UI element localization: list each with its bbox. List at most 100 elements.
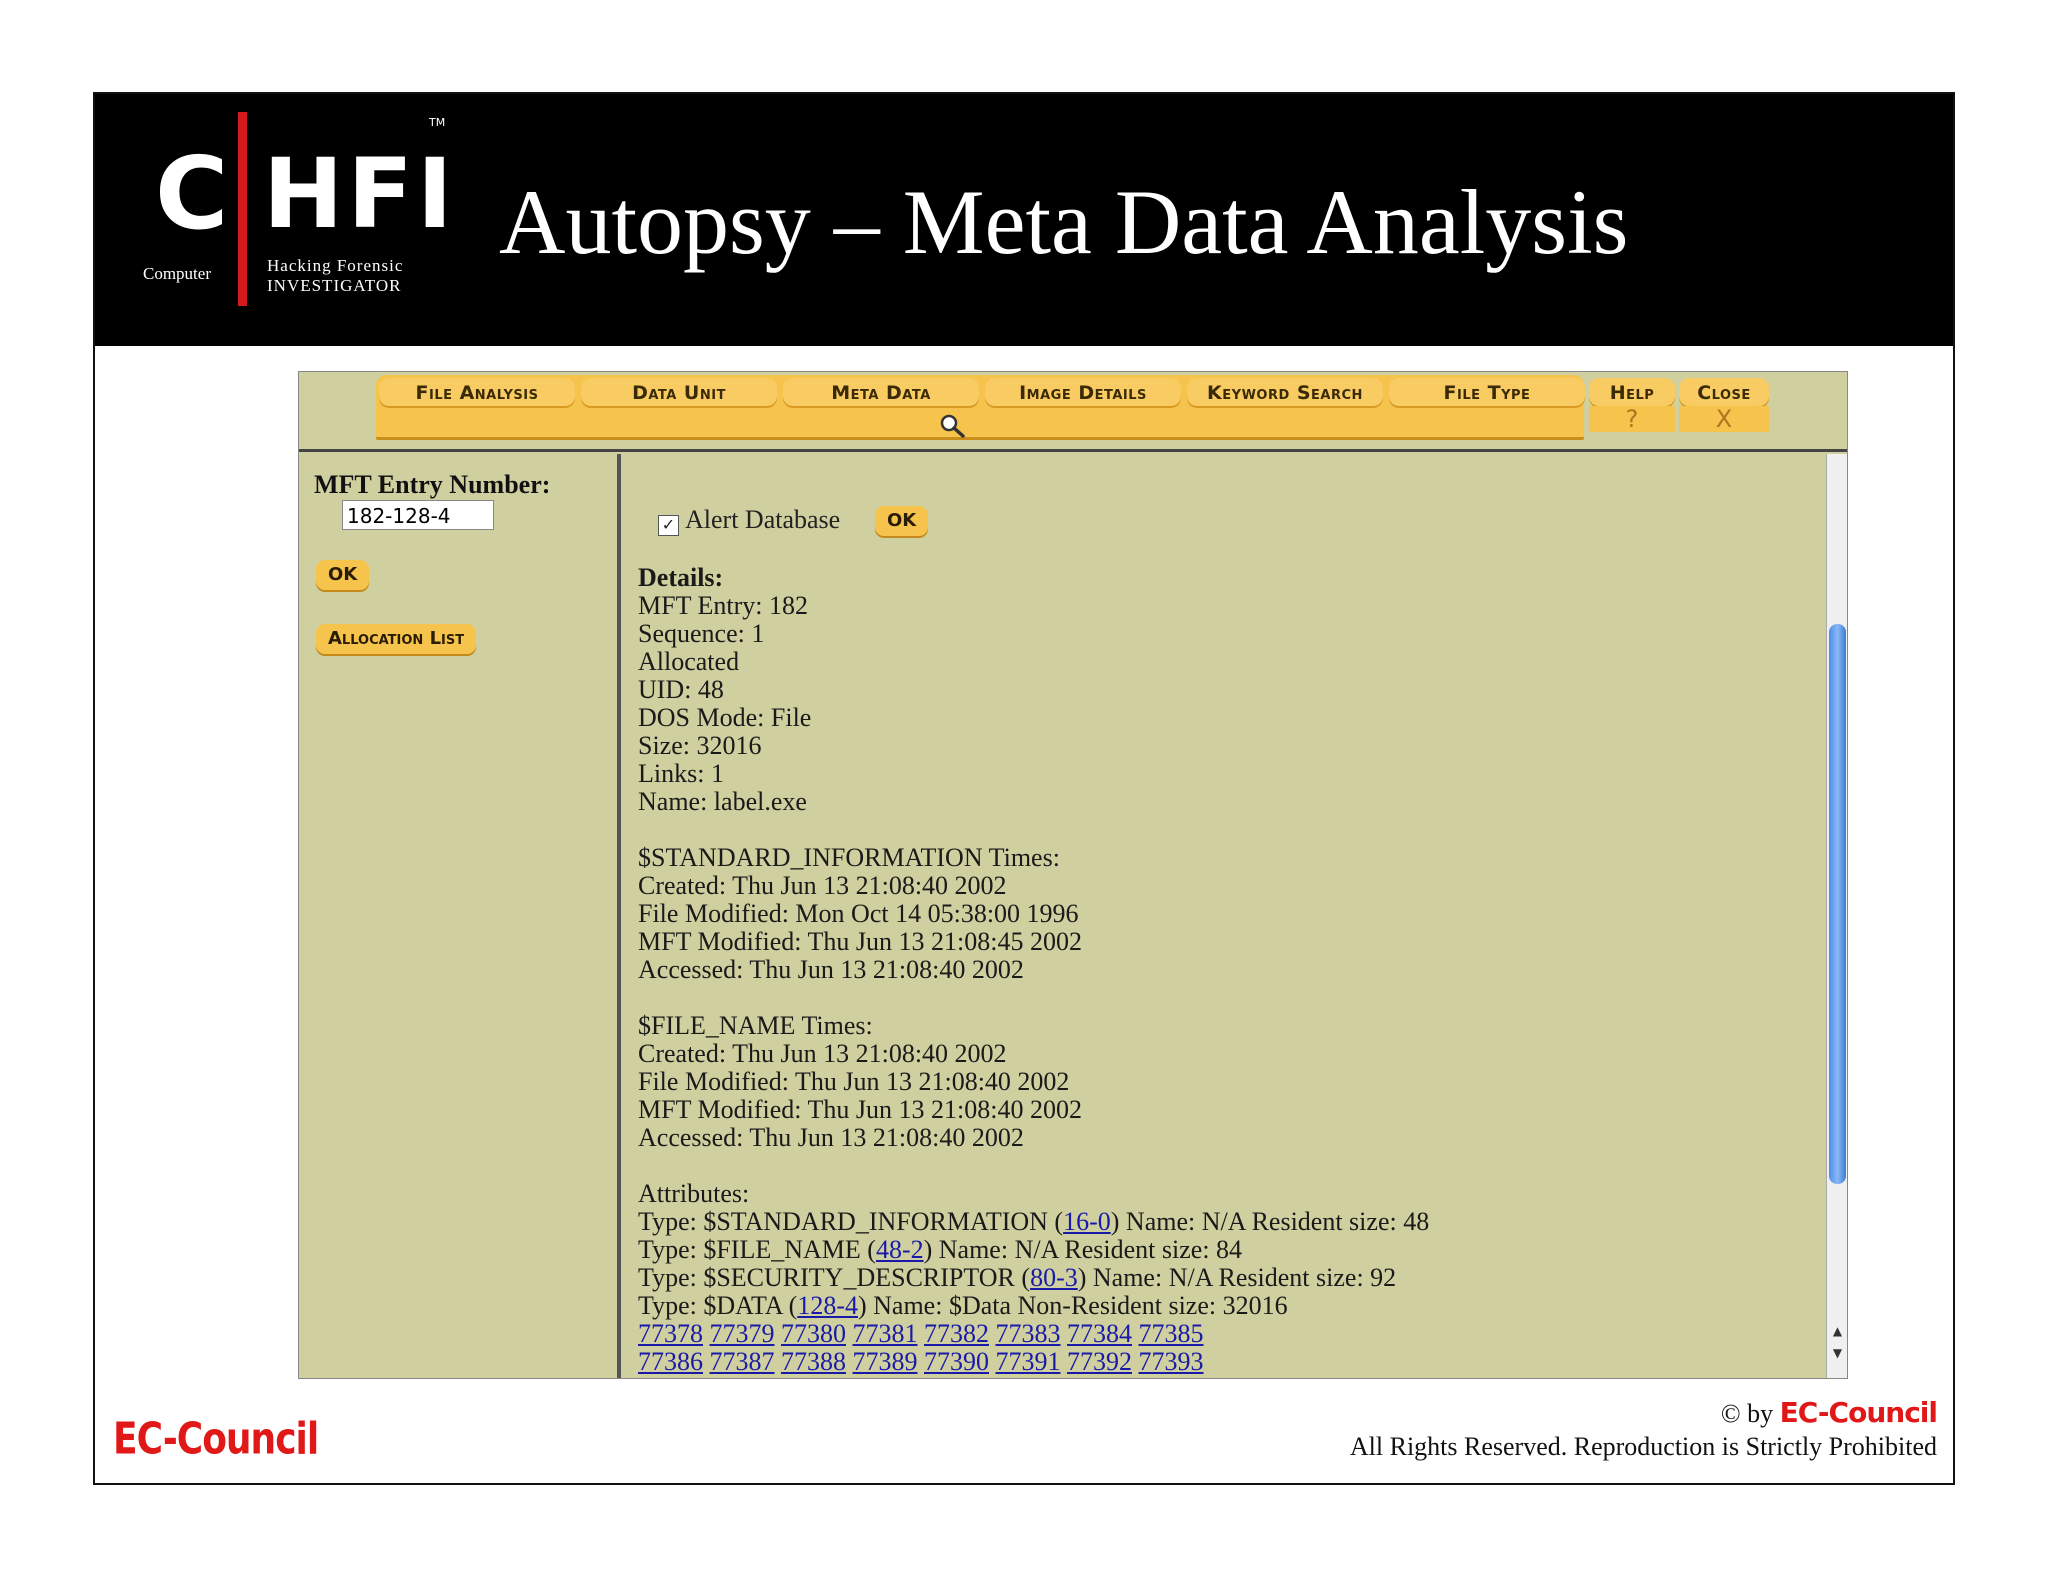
alert-ok-button[interactable]: OK bbox=[875, 506, 929, 536]
metadata-details: Details: MFT Entry: 182 Sequence: 1 Allo… bbox=[638, 563, 1429, 1379]
mft-entry-input[interactable]: 182-128-4 bbox=[342, 500, 494, 530]
vertical-scrollbar[interactable]: ▲ ▼ bbox=[1826, 454, 1847, 1378]
std-info-heading: $STANDARD_INFORMATION Times: bbox=[638, 843, 1060, 872]
block-link[interactable]: 77386 bbox=[638, 1347, 703, 1376]
detail-line: DOS Mode: File bbox=[638, 703, 812, 732]
file-name-line: Created: Thu Jun 13 21:08:40 2002 bbox=[638, 1039, 1007, 1068]
scrollbar-thumb[interactable] bbox=[1829, 624, 1846, 1184]
tab-data-unit[interactable]: Data Unit bbox=[581, 378, 777, 408]
block-row: 77378 77379 77380 77381 77382 77383 7738… bbox=[638, 1320, 1429, 1348]
block-link[interactable]: 77381 bbox=[853, 1319, 918, 1348]
block-link[interactable]: 77395 bbox=[710, 1375, 775, 1379]
attribute-text: ) Name: N/A Resident size: 48 bbox=[1110, 1207, 1430, 1236]
block-link[interactable]: 77393 bbox=[1139, 1347, 1204, 1376]
tab-keyword-search[interactable]: Keyword Search bbox=[1187, 378, 1383, 408]
attribute-line: Type: $DATA (128-4) Name: $Data Non-Resi… bbox=[638, 1292, 1429, 1320]
alert-database-checkbox[interactable]: ✓ bbox=[658, 515, 679, 536]
tab-image-details[interactable]: Image Details bbox=[985, 378, 1181, 408]
attribute-text: ) Name: $Data Non-Resident size: 32016 bbox=[857, 1291, 1288, 1320]
attribute-text: ) Name: N/A Resident size: 92 bbox=[1077, 1263, 1397, 1292]
detail-line: Sequence: 1 bbox=[638, 619, 765, 648]
autopsy-window: File Analysis Data Unit Meta Data Image … bbox=[298, 371, 1848, 1379]
slide-header: C HFI TM Computer Hacking Forensic INVES… bbox=[95, 94, 1953, 346]
scroll-up-arrow-icon[interactable]: ▲ bbox=[1829, 1324, 1846, 1338]
block-link[interactable]: 77392 bbox=[1067, 1347, 1132, 1376]
trademark-mark: TM bbox=[429, 116, 446, 129]
attributes-heading: Attributes: bbox=[638, 1179, 750, 1208]
attribute-link[interactable]: 16-0 bbox=[1063, 1207, 1111, 1236]
tab-help[interactable]: Help bbox=[1589, 378, 1675, 408]
copyright-prefix: © by bbox=[1720, 1399, 1774, 1428]
block-link[interactable]: 77396 bbox=[781, 1375, 846, 1379]
attribute-text: Type: $DATA ( bbox=[638, 1291, 798, 1320]
block-link[interactable]: 77398 bbox=[924, 1375, 989, 1379]
rights-statement: All Rights Reserved. Reproduction is Str… bbox=[1349, 1432, 1937, 1461]
details-heading: Details: bbox=[638, 563, 724, 592]
block-link[interactable]: 77379 bbox=[710, 1319, 775, 1348]
attribute-line: Type: $FILE_NAME (48-2) Name: N/A Reside… bbox=[638, 1236, 1429, 1264]
scroll-down-arrow-icon[interactable]: ▼ bbox=[1829, 1346, 1846, 1360]
block-link[interactable]: 77388 bbox=[781, 1347, 846, 1376]
std-info-line: MFT Modified: Thu Jun 13 21:08:45 2002 bbox=[638, 927, 1082, 956]
detail-line: MFT Entry: 182 bbox=[638, 591, 808, 620]
attribute-line: Type: $SECURITY_DESCRIPTOR (80-3) Name: … bbox=[638, 1264, 1429, 1292]
attribute-link[interactable]: 48-2 bbox=[876, 1235, 924, 1264]
copyright-line: © by EC-Council bbox=[1720, 1396, 1938, 1429]
block-link[interactable]: 77399 bbox=[996, 1375, 1061, 1379]
block-link[interactable]: 77382 bbox=[924, 1319, 989, 1348]
attribute-line: Type: $STANDARD_INFORMATION (16-0) Name:… bbox=[638, 1208, 1429, 1236]
block-link[interactable]: 77400 bbox=[1067, 1375, 1132, 1379]
block-link[interactable]: 77384 bbox=[1067, 1319, 1132, 1348]
left-panel: MFT Entry Number: 182-128-4 OK Allocatio… bbox=[299, 454, 617, 1378]
block-row: 77394 77395 77396 77397 77398 77399 7740… bbox=[638, 1375, 1429, 1379]
alert-database-row: ✓ Alert Database bbox=[658, 505, 840, 536]
file-name-line: MFT Modified: Thu Jun 13 21:08:40 2002 bbox=[638, 1095, 1082, 1124]
block-link[interactable]: 77378 bbox=[638, 1319, 703, 1348]
block-link[interactable]: 77380 bbox=[781, 1319, 846, 1348]
magnifier-icon bbox=[940, 414, 965, 438]
file-name-line: File Modified: Thu Jun 13 21:08:40 2002 bbox=[638, 1067, 1070, 1096]
logo-hacking-forensic-text: Hacking Forensic bbox=[267, 256, 404, 275]
chfi-logo-bar bbox=[238, 112, 247, 306]
block-link[interactable]: 77383 bbox=[996, 1319, 1061, 1348]
close-icon[interactable]: X bbox=[1679, 406, 1769, 432]
chfi-logo-hfi: HFI bbox=[263, 138, 457, 250]
tab-file-type[interactable]: File Type bbox=[1389, 378, 1585, 408]
help-icon[interactable]: ? bbox=[1589, 406, 1675, 432]
logo-computer-text: Computer bbox=[143, 264, 211, 283]
tab-file-analysis[interactable]: File Analysis bbox=[379, 378, 575, 408]
allocation-list-button[interactable]: Allocation List bbox=[316, 624, 477, 654]
block-link[interactable]: 77389 bbox=[853, 1347, 918, 1376]
attribute-link[interactable]: 80-3 bbox=[1030, 1263, 1078, 1292]
detail-line: Allocated bbox=[638, 647, 740, 676]
detail-line: Size: 32016 bbox=[638, 731, 762, 760]
attribute-text: Type: $STANDARD_INFORMATION ( bbox=[638, 1207, 1064, 1236]
right-panel: ✓ Alert Database OK Details: MFT Entry: 1… bbox=[621, 454, 1829, 1378]
mft-ok-button[interactable]: OK bbox=[316, 560, 370, 590]
block-link[interactable]: 77385 bbox=[1139, 1319, 1204, 1348]
file-name-line: Accessed: Thu Jun 13 21:08:40 2002 bbox=[638, 1123, 1024, 1152]
logo-investigator-text: INVESTIGATOR bbox=[267, 276, 402, 295]
attribute-text: Type: $FILE_NAME ( bbox=[638, 1235, 876, 1264]
chfi-logo-c: C bbox=[155, 135, 229, 252]
detail-line: Links: 1 bbox=[638, 759, 724, 788]
attribute-text: Type: $SECURITY_DESCRIPTOR ( bbox=[638, 1263, 1031, 1292]
autopsy-toolbar: File Analysis Data Unit Meta Data Image … bbox=[299, 372, 1847, 444]
block-link[interactable]: 77391 bbox=[996, 1347, 1061, 1376]
file-name-heading: $FILE_NAME Times: bbox=[638, 1011, 873, 1040]
tab-close[interactable]: Close bbox=[1679, 378, 1769, 408]
slide-title: Autopsy – Meta Data Analysis bbox=[499, 171, 1629, 273]
block-link[interactable]: 77387 bbox=[710, 1347, 775, 1376]
std-info-line: Accessed: Thu Jun 13 21:08:40 2002 bbox=[638, 955, 1024, 984]
ec-council-logo: EC-Council bbox=[113, 1414, 319, 1465]
attribute-link[interactable]: 128-4 bbox=[797, 1291, 858, 1320]
block-link[interactable]: 77394 bbox=[638, 1375, 703, 1379]
block-link[interactable]: 77397 bbox=[853, 1375, 918, 1379]
std-info-line: File Modified: Mon Oct 14 05:38:00 1996 bbox=[638, 899, 1079, 928]
tab-strip: File Analysis Data Unit Meta Data Image … bbox=[376, 375, 1585, 440]
block-link[interactable]: 77390 bbox=[924, 1347, 989, 1376]
attribute-text: ) Name: N/A Resident size: 84 bbox=[923, 1235, 1243, 1264]
detail-line: Name: label.exe bbox=[638, 787, 807, 816]
tab-meta-data[interactable]: Meta Data bbox=[783, 378, 979, 408]
block-link[interactable]: 77401 bbox=[1139, 1375, 1204, 1379]
